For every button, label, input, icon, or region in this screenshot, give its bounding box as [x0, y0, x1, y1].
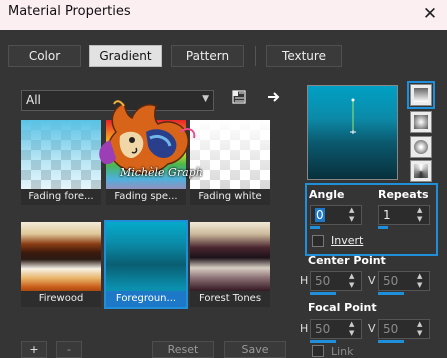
angle-label: Angle: [309, 188, 345, 201]
center-v-value: 50: [383, 274, 399, 288]
gradient-label: Firewood: [21, 291, 101, 307]
tab-gradient[interactable]: Gradient: [89, 45, 162, 67]
close-icon[interactable]: ✕: [413, 0, 447, 30]
center-v-stepper[interactable]: 50 ▲ ▼: [378, 271, 430, 291]
angle-slider[interactable]: [310, 226, 320, 229]
linear-gradient-button[interactable]: [407, 81, 435, 109]
sunburst-gradient-icon: [414, 140, 428, 154]
rectangular-gradient-icon: [414, 115, 428, 129]
radial-gradient-icon: [414, 164, 428, 178]
focal-point-label: Focal Point: [308, 301, 377, 314]
gradient-label: Foregroun...: [106, 291, 186, 307]
repeats-label: Repeats: [378, 188, 429, 201]
focal-h-stepper[interactable]: 50 ▲ ▼: [310, 319, 362, 339]
stepper-arrows-icon[interactable]: ▲ ▼: [349, 272, 359, 290]
window-title: Material Properties: [8, 4, 131, 19]
invert-checkbox[interactable]: [312, 235, 324, 247]
center-h-label: H: [300, 274, 309, 287]
remove-gradient-button[interactable]: -: [56, 341, 82, 358]
linear-gradient-icon: [414, 88, 428, 102]
center-h-value: 50: [315, 274, 331, 288]
gradient-tile-forest-tones[interactable]: Forest Tones: [190, 222, 270, 307]
tab-pattern[interactable]: Pattern: [171, 45, 244, 67]
gradient-preview[interactable]: [307, 85, 398, 180]
repeats-slider[interactable]: [378, 226, 388, 229]
gradient-tile-foreground[interactable]: Foregroun...: [104, 220, 188, 309]
tab-divider: [255, 46, 256, 66]
reset-button[interactable]: Reset: [152, 341, 214, 358]
stepper-arrows-icon[interactable]: ▲ ▼: [417, 320, 427, 338]
stepper-arrows-icon[interactable]: ▲ ▼: [417, 272, 427, 290]
add-gradient-button[interactable]: +: [21, 341, 47, 358]
focal-v-label: V: [368, 322, 376, 335]
center-h-slider[interactable]: [310, 292, 336, 295]
focal-v-value: 50: [383, 322, 399, 336]
repeats-value: 1: [383, 208, 391, 222]
gradient-tile-firewood[interactable]: Firewood: [21, 222, 101, 307]
center-point-label: Center Point: [308, 254, 386, 267]
center-h-stepper[interactable]: 50 ▲ ▼: [310, 271, 362, 291]
gradient-label: Fading white: [190, 189, 270, 205]
gradient-label: Fading fore...: [21, 189, 101, 205]
focal-h-value: 50: [315, 322, 331, 336]
focal-v-stepper[interactable]: 50 ▲ ▼: [378, 319, 430, 339]
sunburst-gradient-button[interactable]: [410, 136, 432, 158]
arrow-right-icon[interactable]: [265, 89, 283, 107]
tab-texture[interactable]: Texture: [266, 45, 342, 67]
focal-h-label: H: [300, 322, 309, 335]
angle-value: 0: [315, 208, 325, 222]
link-label[interactable]: Link: [331, 345, 354, 358]
stepper-arrows-icon[interactable]: ▲ ▼: [417, 206, 427, 224]
gradient-list-icon[interactable]: [230, 89, 248, 107]
repeats-stepper[interactable]: 1 ▲ ▼: [378, 205, 430, 225]
center-v-label: V: [368, 274, 376, 287]
focal-h-slider[interactable]: [310, 340, 336, 343]
gradient-label: Forest Tones: [190, 291, 270, 307]
center-v-slider[interactable]: [378, 292, 404, 295]
save-button[interactable]: Save: [224, 341, 286, 358]
watermark-text: Michèle Graph: [120, 166, 203, 179]
link-checkbox[interactable]: [312, 345, 324, 357]
title-bar: Material Properties ✕: [0, 0, 447, 30]
rectangular-gradient-button[interactable]: [410, 111, 432, 133]
radial-gradient-button[interactable]: [410, 160, 432, 182]
stepper-arrows-icon[interactable]: ▲ ▼: [349, 320, 359, 338]
filter-value: All: [26, 93, 41, 107]
stepper-arrows-icon[interactable]: ▲ ▼: [349, 206, 359, 224]
focal-v-slider[interactable]: [378, 340, 404, 343]
invert-label[interactable]: Invert: [331, 234, 363, 247]
watermark-logo: Michèle Graph: [76, 92, 218, 184]
angle-stepper[interactable]: 0 ▲ ▼: [310, 205, 362, 225]
gradient-label: Fading spe...: [106, 189, 186, 205]
tab-color[interactable]: Color: [8, 45, 81, 67]
